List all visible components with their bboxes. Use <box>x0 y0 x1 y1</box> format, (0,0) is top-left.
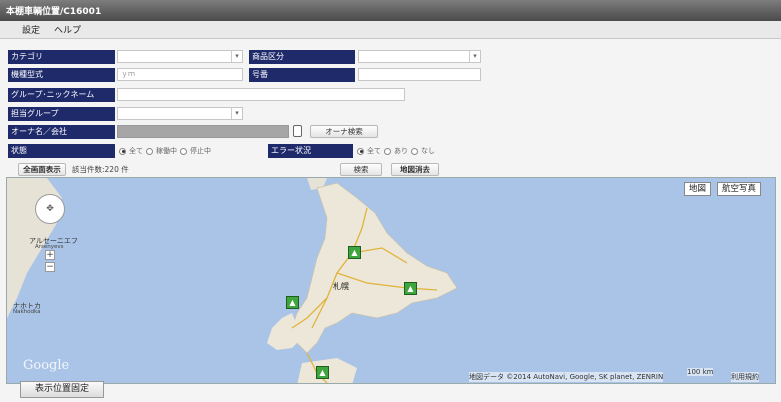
chevron-down-icon: ▾ <box>469 51 480 62</box>
owner-search-button[interactable]: オーナ検索 <box>310 125 378 138</box>
owner-label: オーナ名／会社 <box>8 125 115 139</box>
place-nakhodka-en: Nakhodka <box>13 309 41 315</box>
zoom-out-icon[interactable]: − <box>45 262 55 272</box>
error-radio-all[interactable] <box>357 147 364 155</box>
search-button[interactable]: 検索 <box>340 163 382 176</box>
status-option-label: 全て <box>129 147 143 155</box>
map-canvas <box>7 178 458 383</box>
vehicle-marker[interactable]: ▲ <box>286 296 299 309</box>
status-radio-all[interactable] <box>119 147 126 155</box>
menu-settings[interactable]: 設定 <box>22 23 40 36</box>
error-option-label: あり <box>394 147 408 155</box>
full-display-button[interactable]: 全画面表示 <box>18 163 66 176</box>
terms-link[interactable]: 利用規約 <box>731 372 759 382</box>
owner-input[interactable] <box>117 125 289 138</box>
status-label: 状態 <box>8 144 115 158</box>
error-label: エラー状況 <box>268 144 353 158</box>
error-radio-yes[interactable] <box>384 147 391 155</box>
product-label: 商品区分 <box>249 50 355 64</box>
status-radio-running[interactable] <box>146 147 153 155</box>
category-label: カテゴリ <box>8 50 115 64</box>
google-logo: Google <box>23 358 70 373</box>
category-select[interactable]: ▾ <box>117 50 243 63</box>
land-hokkaido <box>291 182 458 354</box>
serial-label: 号番 <box>249 68 355 82</box>
menu-help[interactable]: ヘルプ <box>54 23 81 36</box>
model-input[interactable]: ｙｍ <box>117 68 243 81</box>
map-scale: 100 km <box>687 368 714 376</box>
group-nick-input[interactable] <box>117 88 405 101</box>
window-title: 本棚車輌位置/C16001 <box>0 0 781 21</box>
status-radio-group: 全て 稼働中 停止中 <box>119 146 211 156</box>
pan-control-icon[interactable]: ✥ <box>35 194 65 224</box>
map-type-map[interactable]: 地図 <box>684 182 712 196</box>
error-option-label: 全て <box>367 147 381 155</box>
place-sapporo: 札幌 <box>333 282 349 291</box>
vehicle-marker[interactable]: ▲ <box>316 366 329 379</box>
vehicle-marker[interactable]: ▲ <box>404 282 417 295</box>
map-attribution: 地図データ ©2014 AutoNavi, Google, SK planet,… <box>469 372 664 382</box>
error-radio-no[interactable] <box>411 147 418 155</box>
chevron-down-icon: ▾ <box>231 51 242 62</box>
zoom-in-icon[interactable]: + <box>45 250 55 260</box>
error-option-label: なし <box>421 147 435 155</box>
group-label: 担当グループ <box>8 107 115 121</box>
status-radio-stopped[interactable] <box>180 147 187 155</box>
menu-bar: 設定 ヘルプ <box>0 21 781 39</box>
result-count: 該当件数:220 件 <box>72 165 129 174</box>
group-select[interactable]: ▾ <box>117 107 243 120</box>
map-view[interactable]: 地図 航空写真 ✥ + − アルセーニエフ Arsenyevs ナホトカ Nak… <box>6 177 776 384</box>
fix-position-button[interactable]: 表示位置固定 <box>20 381 104 398</box>
model-label: 機種型式 <box>8 68 115 82</box>
map-type-satellite[interactable]: 航空写真 <box>717 182 762 196</box>
status-option-label: 稼働中 <box>156 147 177 155</box>
status-option-label: 停止中 <box>190 147 211 155</box>
vehicle-marker[interactable]: ▲ <box>348 246 361 259</box>
serial-input[interactable] <box>358 68 481 81</box>
group-nick-label: グループ･ニックネーム <box>8 88 115 102</box>
chevron-down-icon: ▾ <box>231 108 242 119</box>
clear-icon[interactable] <box>293 125 302 137</box>
product-select[interactable]: ▾ <box>358 50 481 63</box>
clear-map-button[interactable]: 地図消去 <box>391 163 439 176</box>
error-radio-group: 全て あり なし <box>357 146 435 156</box>
place-arseniev-en: Arsenyevs <box>35 244 64 250</box>
